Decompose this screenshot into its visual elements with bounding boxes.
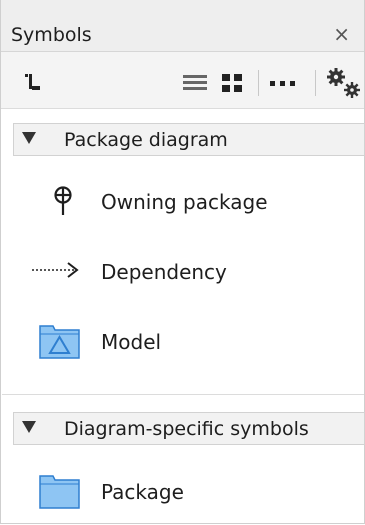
more-icon[interactable] [267,70,299,96]
symbol-item-dependency[interactable]: Dependency [31,250,361,294]
group-label: Package diagram [64,129,228,151]
collapse-triangle-icon [22,421,36,433]
group-header-package-diagram[interactable]: Package diagram [13,123,365,156]
layout-icon[interactable] [23,70,49,96]
toolbar-separator [315,70,316,96]
symbol-label: Dependency [101,260,227,284]
symbol-label: Owning package [101,190,268,214]
symbol-label: Package [101,480,184,504]
owning-package-icon [54,186,72,215]
panel-titlebar: Symbols × [1,0,364,52]
group-header-diagram-specific-symbols[interactable]: Diagram-specific symbols [13,412,365,445]
toolbar-separator [258,70,259,96]
package-folder-icon [39,475,80,509]
symbol-item-package[interactable]: Package [31,470,361,514]
symbol-item-model[interactable]: Model [31,320,361,364]
model-folder-icon [39,325,80,359]
symbol-item-owning-package[interactable]: Owning package [31,180,361,224]
group-divider [2,394,364,395]
symbols-panel: Symbols × Package diagram Owning package… [0,0,365,524]
panel-title: Symbols [11,24,92,46]
dependency-arrow-icon [32,262,79,278]
list-view-icon[interactable] [181,70,209,96]
close-icon[interactable]: × [333,22,350,46]
symbol-label: Model [101,330,162,354]
grid-view-icon[interactable] [219,70,247,96]
settings-icon[interactable] [325,66,363,100]
group-label: Diagram-specific symbols [64,418,309,440]
collapse-triangle-icon [22,132,36,144]
